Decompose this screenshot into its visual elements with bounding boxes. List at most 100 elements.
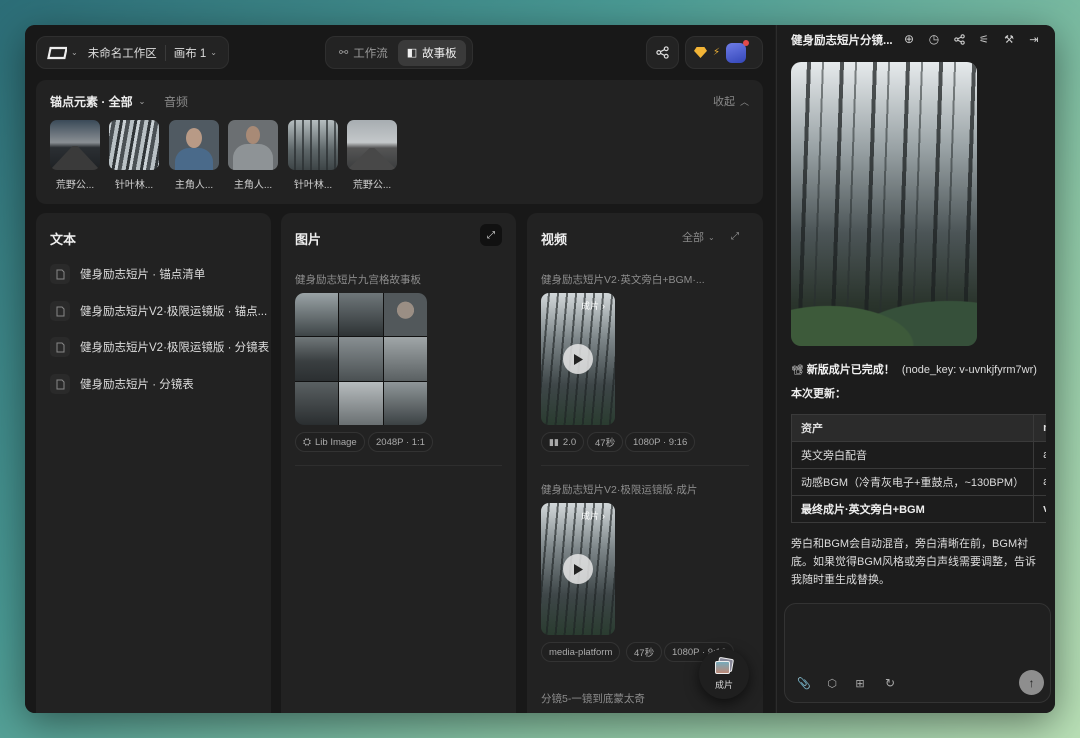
wrench-icon: ⚒ (1004, 33, 1014, 46)
arrow-right-bar-icon: ⇥ (1029, 33, 1039, 46)
image-add-icon: ⊞ (855, 677, 865, 690)
tools-button[interactable]: ⚒ (1000, 30, 1018, 48)
panel-title: 图片 (295, 232, 322, 247)
model-icon: ⛭ (303, 436, 311, 448)
expand-button[interactable]: ⤢ (480, 224, 502, 246)
document-title: 健身励志短片V2·极限运镜版 · 分镜表 (80, 342, 270, 354)
anchor-label: 针叶林... (114, 180, 154, 191)
asset-table-wrap: 资产 n 英文旁白配音 a· 动感BGM（冷青灰电子+重鼓点，~130BPM） … (791, 414, 1046, 523)
expand-button[interactable]: ⤢ (725, 226, 745, 246)
float-button-label: 成片 (714, 679, 733, 690)
video-filter-dropdown[interactable]: 全部 ⌄ (682, 229, 715, 245)
canvas-name[interactable]: 画布 1 (174, 45, 207, 61)
video-badge: 成片 › (581, 509, 605, 522)
table-cell: v· (1033, 495, 1046, 523)
play-icon (574, 353, 583, 365)
chat-share-button[interactable] (950, 30, 968, 48)
notification-dot (743, 39, 750, 46)
duration-chip: 47秒 (587, 432, 624, 452)
chevron-right-icon: › (602, 510, 606, 521)
document-icon (50, 264, 70, 284)
video-item-title: 健身励志短片V2·英文旁白+BGM·... (541, 274, 705, 286)
video-thumbnail[interactable]: 成片 › (541, 293, 615, 425)
refresh-button[interactable]: ↻ (881, 674, 899, 692)
attach-button[interactable]: 📎 (795, 674, 813, 692)
character-body (233, 144, 273, 170)
anchor-thumb-road[interactable] (50, 120, 100, 170)
workspace-switcher[interactable]: ⌄ 未命名工作区 画布 1 ⌄ (36, 36, 229, 69)
document-icon (50, 374, 70, 394)
table-header: n (1033, 414, 1046, 442)
send-button[interactable]: ↑ (1019, 670, 1044, 695)
document-title: 健身励志短片 · 分镜表 (80, 379, 194, 391)
version-icon: ▮▮ (549, 436, 559, 447)
image-panel: 图片 ⤢ 健身励志短片九宫格故事板 ⛭ Lib Image 2048P · 1:1 (281, 213, 516, 713)
storyboard-icon: ◧ (406, 47, 418, 59)
source-chip: media-platform (541, 642, 621, 662)
asset-button[interactable]: ⬡ (823, 674, 841, 692)
panel-title: 文本 (50, 232, 77, 247)
document-item[interactable]: 健身励志短片V2·极限运镜版 · 分镜表 (50, 336, 269, 358)
table-row: 英文旁白配音 a· (791, 441, 1046, 469)
tab-storyboard[interactable]: ◧ 故事板 (397, 39, 466, 66)
grid-cell (295, 337, 339, 381)
video-badge-label: 成片 (581, 511, 600, 521)
anchor-thumb-forest[interactable] (288, 120, 338, 170)
play-button[interactable] (563, 344, 593, 374)
anchor-thumb-road[interactable] (347, 120, 397, 170)
anchor-filter-dropdown[interactable]: 锚点元素 · 全部 ⌄ (50, 93, 145, 110)
anchor-label: 主角人... (233, 180, 273, 191)
table-header: 资产 (791, 414, 1035, 442)
table-cell: 动感BGM（冷青灰电子+重鼓点，~130BPM） (791, 468, 1035, 496)
storyboard-grid-image[interactable] (295, 293, 427, 425)
plus-circle-icon: ⊕ (903, 32, 915, 46)
photo-front (715, 660, 730, 674)
collapse-panel-button[interactable]: ⇥ (1025, 30, 1043, 48)
gem-icon (694, 47, 707, 58)
chevron-right-icon: › (602, 300, 606, 311)
anchor-thumb-character[interactable] (228, 120, 278, 170)
table-header-row: 资产 n (791, 414, 1046, 442)
document-item[interactable]: 健身励志短片 · 锚点清单 (50, 263, 205, 285)
collapse-button[interactable]: 收起 ︿ (713, 93, 749, 109)
tab-workflow[interactable]: ⚯ 工作流 (329, 40, 398, 66)
chat-input-box[interactable]: 📎 ⬡ ⊞ ↻ ↑ (784, 603, 1051, 703)
chevron-up-icon: ︿ (739, 96, 749, 107)
table-cell: a· (1033, 468, 1046, 496)
video-thumbnail[interactable]: 成片 › (541, 503, 615, 635)
logo-icon (47, 46, 67, 60)
document-item[interactable]: 健身励志短片 · 分镜表 (50, 373, 194, 395)
new-chat-button[interactable]: ⊕ (900, 30, 918, 48)
expand-icon: ⤢ (487, 229, 495, 241)
anchor-thumb-forest[interactable] (109, 120, 159, 170)
collapse-label: 收起 (712, 96, 735, 108)
play-button[interactable] (563, 554, 593, 584)
anchor-label: 针叶林... (293, 180, 333, 191)
chevron-down-icon: ⌄ (210, 48, 217, 57)
account-area[interactable]: ⚡ (685, 36, 763, 69)
message-heading: 📽 新版成片已完成！ (node_key: v-uvnkjfyrm7wr) (791, 361, 1037, 377)
history-button[interactable]: ◷ (925, 30, 943, 48)
settings-button[interactable]: ⚟ (975, 30, 993, 48)
avatar[interactable] (726, 39, 750, 63)
anchor-thumb-character[interactable] (169, 120, 219, 170)
share-button[interactable] (646, 36, 679, 69)
character-head (186, 128, 202, 148)
workflow-icon: ⚯ (339, 47, 349, 59)
document-title: 健身励志短片V2·极限运镜版 · 锚点... (80, 306, 268, 318)
tab-audio[interactable]: 音频 (164, 93, 188, 110)
final-cut-float-button[interactable]: 成片 (699, 649, 749, 699)
canvas-area: ⌄ 未命名工作区 画布 1 ⌄ ⚯ 工作流 ◧ 故事板 ⚡ 锚点元素 · 全部 ⌄ … (25, 25, 775, 713)
image-upload-button[interactable]: ⊞ (851, 674, 869, 692)
document-item[interactable]: 健身励志短片V2·极限运镜版 · 锚点... (50, 300, 267, 322)
chat-panel: 健身励志短片分镜... ⊕ ◷ ⚟ ⚒ ⇥ 📽 新版成片已完成！ (node_k… (776, 25, 1055, 713)
anchor-label: 荒野公... (55, 180, 95, 191)
message-paragraph: 旁白和BGM会自动混音，旁白清晰在前，BGM衬底。如果觉得BGM风格或旁白声线需… (791, 538, 1037, 586)
movie-camera-icon: 📽 (791, 365, 804, 376)
app-window: ⌄ 未命名工作区 画布 1 ⌄ ⚯ 工作流 ◧ 故事板 ⚡ 锚点元素 · 全部 ⌄ … (25, 25, 1055, 713)
share-icon (656, 46, 669, 59)
document-icon (50, 337, 70, 357)
grid-cell (339, 337, 383, 381)
chat-forest-image[interactable] (791, 62, 977, 346)
video-badge: 成片 › (581, 299, 605, 312)
